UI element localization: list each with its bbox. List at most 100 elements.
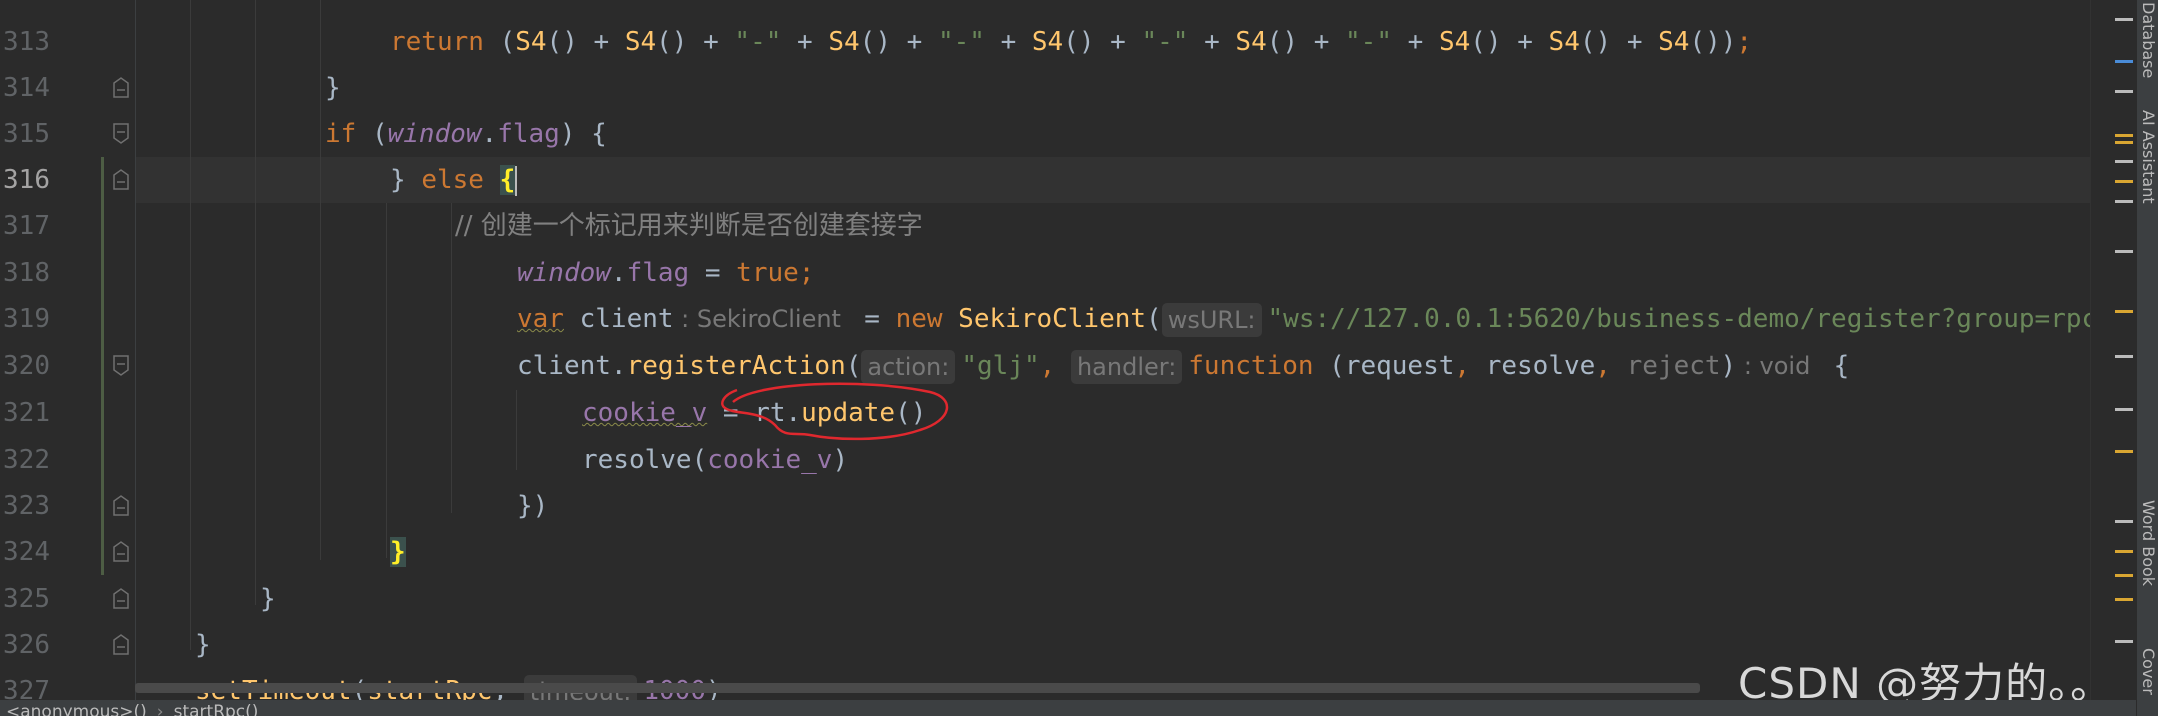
line-number: 314: [3, 73, 50, 103]
code-line-318[interactable]: window.flag = true;: [517, 250, 814, 296]
indent-guide: [386, 203, 387, 558]
token: (: [483, 27, 516, 57]
parameter-hint: handler:: [1070, 349, 1183, 384]
token: +: [984, 27, 1032, 57]
token: =: [689, 258, 737, 288]
token: S4: [624, 27, 657, 57]
database-tool-button[interactable]: Database: [2139, 2, 2158, 78]
token: ;: [798, 258, 815, 288]
matched-brace: {: [499, 165, 516, 195]
stripe-mark[interactable]: [2115, 18, 2133, 21]
chevron-right-icon: ›: [156, 702, 164, 716]
token: S4: [1548, 27, 1580, 57]
code-line-319[interactable]: var client : SekiroClient = new SekiroCl…: [517, 296, 2097, 342]
stripe-mark[interactable]: [2115, 574, 2133, 577]
matched-brace: }: [390, 537, 406, 567]
stripe-mark[interactable]: [2115, 60, 2133, 63]
code-line-324[interactable]: }: [390, 529, 406, 575]
code-line-325[interactable]: }: [260, 576, 276, 622]
stripe-mark[interactable]: [2115, 90, 2133, 93]
token: function: [1188, 351, 1314, 381]
stripe-mark[interactable]: [2115, 550, 2133, 553]
token: "-": [1345, 27, 1392, 57]
token: S4: [828, 27, 860, 57]
line-number: 317: [3, 211, 50, 241]
stripe-mark[interactable]: [2115, 180, 2133, 183]
stripe-mark[interactable]: [2115, 200, 2133, 203]
token: +: [1391, 27, 1439, 57]
token: if: [325, 119, 357, 149]
stripe-mark[interactable]: [2115, 520, 2133, 523]
indent-guide: [320, 0, 321, 560]
token: }: [195, 630, 211, 660]
indent-guide: [190, 0, 191, 650]
token: () +: [656, 27, 735, 57]
line-number: 322: [3, 445, 50, 475]
current-line-highlight: [0, 157, 2090, 203]
type-hint: : void: [1736, 352, 1818, 380]
line-number: 326: [3, 630, 50, 660]
breadcrumb-item[interactable]: <anonymous>(): [6, 702, 147, 716]
stripe-mark[interactable]: [2115, 408, 2133, 411]
token: resolve: [1485, 351, 1596, 381]
breadcrumb-item[interactable]: startRpc(): [174, 702, 259, 716]
token: ;: [1736, 27, 1753, 57]
stripe-mark[interactable]: [2115, 355, 2133, 358]
stripe-mark[interactable]: [2115, 450, 2133, 453]
word-book-tool-button[interactable]: Word Book: [2139, 500, 2158, 586]
code-line-326[interactable]: }: [195, 622, 211, 668]
indent-guide: [255, 0, 256, 605]
stripe-mark[interactable]: [2115, 134, 2133, 137]
annotation-circle: [721, 382, 949, 441]
token: () +: [1063, 27, 1142, 57]
stripe-mark[interactable]: [2115, 310, 2133, 313]
code-line-316[interactable]: } else {: [390, 157, 518, 203]
token: flag: [497, 119, 560, 149]
token: ,: [1595, 351, 1627, 381]
fold-icon[interactable]: [111, 169, 131, 191]
stripe-mark[interactable]: [2115, 640, 2133, 643]
fold-icon[interactable]: [111, 77, 131, 99]
code-line-313[interactable]: return (S4() + S4() + "-" + S4() + "-" +…: [390, 19, 1752, 65]
code-line-317[interactable]: // 创建一个标记用来判断是否创建套接字: [455, 203, 923, 249]
stripe-mark[interactable]: [2115, 250, 2133, 253]
token: ): [1720, 351, 1737, 381]
fold-icon[interactable]: [111, 355, 131, 377]
fold-icon[interactable]: [111, 634, 131, 656]
stripe-mark[interactable]: [2115, 598, 2133, 601]
code-line-315[interactable]: if (window.flag) {: [325, 111, 607, 157]
token: (: [1146, 304, 1162, 334]
token: (: [356, 119, 388, 149]
token: reject: [1626, 351, 1721, 381]
fold-icon[interactable]: [111, 495, 131, 517]
token: +: [1188, 27, 1236, 57]
token: +: [781, 27, 829, 57]
coverage-tool-button[interactable]: Cover: [2139, 648, 2158, 695]
code-line-323[interactable]: }): [517, 483, 548, 529]
stripe-mark[interactable]: [2115, 141, 2133, 144]
token: window: [517, 258, 611, 288]
fold-icon[interactable]: [111, 123, 131, 145]
token: .: [481, 119, 498, 149]
code-editor[interactable]: 313 314 315 316 317 318 319 320 321 322 …: [0, 0, 2158, 716]
fold-icon[interactable]: [111, 541, 131, 563]
token: () +: [1266, 27, 1346, 57]
token: S4: [1658, 27, 1690, 57]
vcs-change-marker[interactable]: [101, 157, 104, 575]
horizontal-scrollbar[interactable]: [135, 683, 1700, 693]
code-line-314[interactable]: }: [325, 65, 341, 111]
line-number: 313: [3, 27, 50, 57]
stripe-mark[interactable]: [2115, 160, 2133, 163]
token: else: [421, 165, 484, 195]
token: client: [563, 304, 674, 334]
error-stripe[interactable]: [2090, 0, 2136, 716]
token: client.: [517, 351, 627, 381]
token: =: [848, 304, 896, 334]
fold-icon[interactable]: [111, 588, 131, 610]
comment: // 创建一个标记用来判断是否创建套接字: [455, 211, 923, 241]
ai-assistant-tool-button[interactable]: AI Assistant: [2139, 110, 2158, 204]
token: () +: [859, 27, 938, 57]
text-caret: [515, 165, 518, 196]
token: "glj": [961, 351, 1040, 381]
token: }: [390, 165, 422, 195]
